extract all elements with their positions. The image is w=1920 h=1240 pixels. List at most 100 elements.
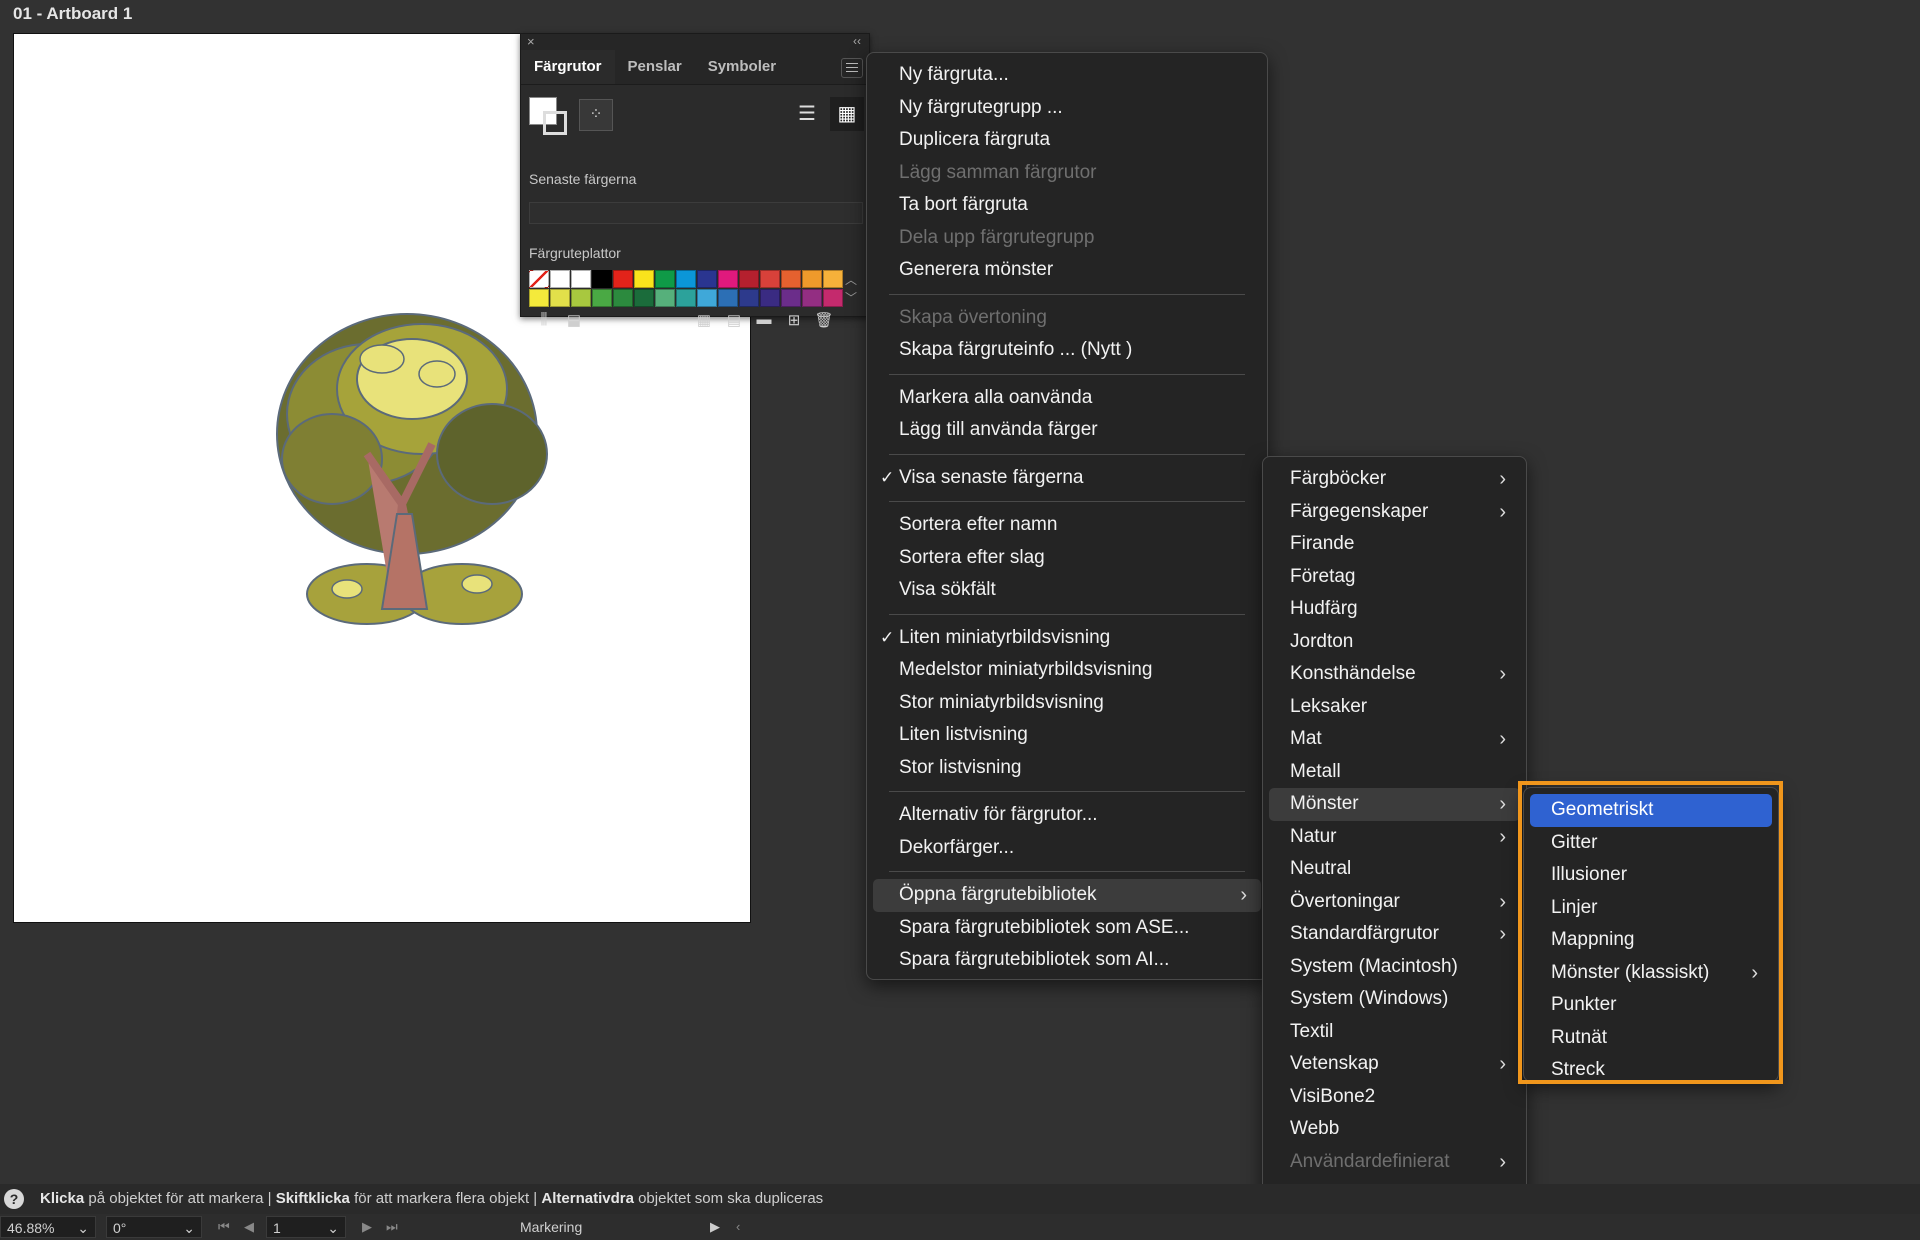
first-artboard-icon[interactable]: ⏮ <box>218 1214 230 1240</box>
swatch-5[interactable] <box>634 270 654 288</box>
swatch-4[interactable] <box>613 270 633 288</box>
swatch-3[interactable] <box>592 270 612 288</box>
swatch-29[interactable] <box>823 289 843 307</box>
panel-menu-item[interactable]: Ta bort färgruta <box>873 189 1261 222</box>
library-menu-item[interactable]: Konsthändelse › <box>1269 658 1520 691</box>
library-menu-item[interactable]: Jordton <box>1269 626 1520 659</box>
swatch-7[interactable] <box>676 270 696 288</box>
new-group-folder-icon[interactable]: ▬ <box>749 311 779 329</box>
library-menu-item[interactable]: Neutral <box>1269 853 1520 886</box>
library-menu-item[interactable]: Webb <box>1269 1113 1520 1146</box>
pattern-menu-item[interactable]: Rutnät <box>1530 1022 1772 1055</box>
new-swatch-icon[interactable]: ⊞ <box>779 311 809 329</box>
swatch-libraries-icon[interactable]: ⫼ <box>529 311 559 329</box>
delete-swatch-icon[interactable]: 🗑 <box>809 311 839 329</box>
panel-menu-item[interactable]: Spara färgrutebibliotek som ASE... <box>873 912 1261 945</box>
library-menu-item[interactable]: Mat › <box>1269 723 1520 756</box>
panel-menu-item[interactable]: Spara färgrutebibliotek som AI... <box>873 944 1261 977</box>
library-menu-item[interactable]: VisiBone2 <box>1269 1081 1520 1114</box>
pattern-menu-item[interactable]: Linjer <box>1530 892 1772 925</box>
panel-menu-item[interactable]: Duplicera färgruta <box>873 124 1261 157</box>
panel-menu-item[interactable]: ✓ Visa senaste färgerna <box>873 462 1261 495</box>
swatch-9[interactable] <box>718 270 738 288</box>
panel-menu-item[interactable]: Stor miniatyrbildsvisning <box>873 687 1261 720</box>
rotation-field[interactable]: 0° ⌄ <box>106 1216 202 1238</box>
panel-menu-item[interactable]: Ny färgrutegrupp ... <box>873 92 1261 125</box>
panel-menu-item[interactable]: Generera mönster <box>873 254 1261 287</box>
swatch-19[interactable] <box>613 289 633 307</box>
swatch-12[interactable] <box>781 270 801 288</box>
library-menu-item[interactable]: Företag <box>1269 561 1520 594</box>
chevron-down-icon[interactable]: ⌄ <box>327 1217 339 1239</box>
library-menu-item[interactable]: Metall <box>1269 756 1520 789</box>
swatch-28[interactable] <box>802 289 822 307</box>
previous-artboard-icon[interactable]: ◀ <box>244 1214 254 1240</box>
swatch-11[interactable] <box>760 270 780 288</box>
panel-menu-item[interactable]: Skapa färgruteinfo ... (Nytt ) <box>873 334 1261 367</box>
panel-menu-item[interactable]: Dekorfärger... <box>873 832 1261 865</box>
swatch-options-icon[interactable]: ▤ <box>719 311 749 329</box>
pattern-menu-item[interactable]: Gitter <box>1530 827 1772 860</box>
panel-menu-item[interactable]: Öppna färgrutebibliotek › <box>873 879 1261 912</box>
stroke-color-box[interactable] <box>543 111 567 135</box>
pattern-menu-item[interactable]: Geometriskt <box>1530 794 1772 827</box>
swatch-15[interactable] <box>529 289 549 307</box>
next-artboard-icon[interactable]: ▶ <box>362 1214 372 1240</box>
tree-illustration[interactable] <box>262 304 552 634</box>
panel-menu-item[interactable]: Lägg till använda färger <box>873 414 1261 447</box>
panel-menu-item[interactable]: Markera alla oanvända <box>873 382 1261 415</box>
swatch-20[interactable] <box>634 289 654 307</box>
library-menu-item[interactable]: Natur › <box>1269 821 1520 854</box>
panel-menu-item[interactable]: Stor listvisning <box>873 752 1261 785</box>
library-menu-item[interactable]: Färgegenskaper › <box>1269 496 1520 529</box>
thumbnail-view-icon[interactable]: ▦ <box>830 97 864 131</box>
artboard-number-field[interactable]: 1 ⌄ <box>266 1216 346 1238</box>
library-menu-item[interactable]: Leksaker <box>1269 691 1520 724</box>
panel-menu-icon[interactable] <box>841 58 863 78</box>
swatch-26[interactable] <box>760 289 780 307</box>
swatch-17[interactable] <box>571 289 591 307</box>
swatch-1[interactable] <box>550 270 570 288</box>
swatch-8[interactable] <box>697 270 717 288</box>
pattern-menu-item[interactable]: Punkter <box>1530 989 1772 1022</box>
library-menu-item[interactable]: Textil <box>1269 1016 1520 1049</box>
panel-menu-item[interactable]: Medelstor miniatyrbildsvisning <box>873 654 1261 687</box>
swatch-13[interactable] <box>802 270 822 288</box>
show-kinds-menu-icon[interactable]: ▦ <box>689 311 719 329</box>
library-menu-item[interactable]: Färgböcker › <box>1269 463 1520 496</box>
panel-menu-item[interactable]: ✓ Liten miniatyrbildsvisning <box>873 622 1261 655</box>
swatch-23[interactable] <box>697 289 717 307</box>
panel-menu-item[interactable]: Visa sökfält <box>873 574 1261 607</box>
play-icon[interactable]: ▶ <box>710 1214 720 1240</box>
swatch-16[interactable] <box>550 289 570 307</box>
panel-menu-item[interactable]: Sortera efter namn <box>873 509 1261 542</box>
tab-brushes[interactable]: Penslar <box>615 50 695 84</box>
chevron-left-icon[interactable]: ‹ <box>736 1214 740 1240</box>
pattern-menu-item[interactable]: Mönster (klassiskt) › <box>1530 957 1772 990</box>
library-menu-item[interactable]: System (Macintosh) <box>1269 951 1520 984</box>
library-menu-item[interactable]: Övertoningar › <box>1269 886 1520 919</box>
chevron-down-icon[interactable]: ⌄ <box>183 1217 195 1239</box>
panel-menu-item[interactable]: Liten listvisning <box>873 719 1261 752</box>
tab-symbols[interactable]: Symboler <box>695 50 789 84</box>
close-panel-icon[interactable]: × <box>527 34 535 49</box>
library-menu-item[interactable]: Standardfärgrutor › <box>1269 918 1520 951</box>
library-menu-item[interactable]: System (Windows) <box>1269 983 1520 1016</box>
swatch-14[interactable] <box>823 270 843 288</box>
swatch-scroll-arrows[interactable]: ︿ ﹀ <box>845 271 857 307</box>
swatch-24[interactable] <box>718 289 738 307</box>
swatch-21[interactable] <box>655 289 675 307</box>
show-swatch-kinds-icon[interactable]: ⁘ <box>579 99 613 131</box>
chevron-down-icon[interactable]: ⌄ <box>77 1217 89 1239</box>
swatch-6[interactable] <box>655 270 675 288</box>
pattern-menu-item[interactable]: Mappning <box>1530 924 1772 957</box>
panel-menu-item[interactable]: Sortera efter slag <box>873 542 1261 575</box>
library-menu-item[interactable]: Vetenskap › <box>1269 1048 1520 1081</box>
swatch-27[interactable] <box>781 289 801 307</box>
zoom-field[interactable]: 46.88% ⌄ <box>0 1216 96 1238</box>
swatch-10[interactable] <box>739 270 759 288</box>
collapse-panel-icon[interactable]: ‹‹ <box>853 34 861 48</box>
library-menu-item[interactable]: Hudfärg <box>1269 593 1520 626</box>
library-menu-item[interactable]: Mönster › <box>1269 788 1520 821</box>
library-menu-item[interactable]: Firande <box>1269 528 1520 561</box>
